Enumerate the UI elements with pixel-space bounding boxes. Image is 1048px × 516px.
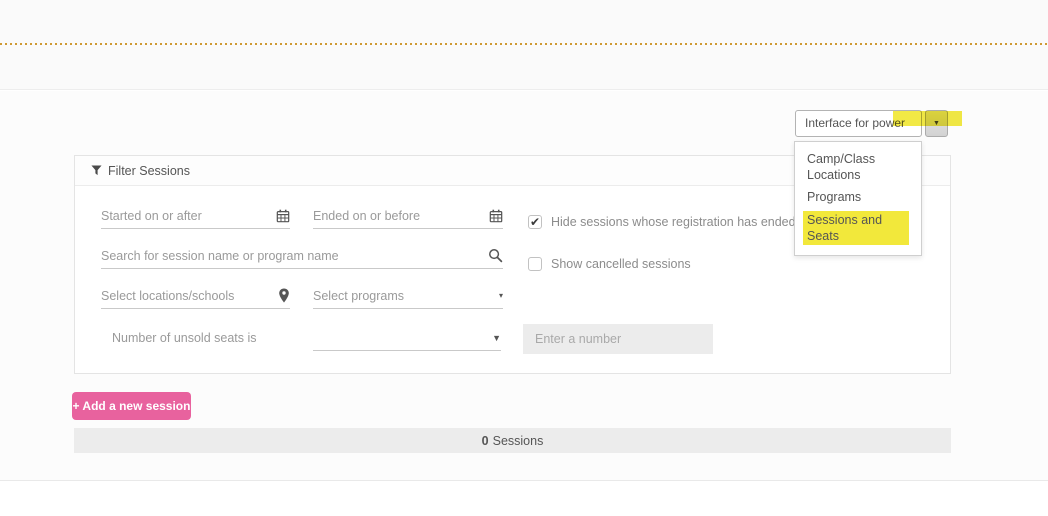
unsold-seats-label: Number of unsold seats is — [112, 331, 257, 345]
programs-select-field[interactable]: ▾ — [313, 283, 503, 309]
end-date-input[interactable] — [313, 209, 485, 223]
menu-item-label: Camp/Class Locations — [807, 151, 916, 183]
menu-item-sessions-and-seats[interactable]: Sessions and Seats — [795, 208, 921, 248]
checkbox-unchecked-icon[interactable] — [528, 257, 542, 271]
hide-ended-registration-checkbox-row[interactable]: ✔ Hide sessions whose registration has e… — [528, 215, 796, 229]
highlight-marker-select — [893, 111, 962, 126]
checkbox-label: Hide sessions whose registration has end… — [551, 215, 796, 229]
dotted-divider — [0, 43, 1048, 45]
start-date-input[interactable] — [101, 209, 272, 223]
unsold-seats-comparator-select[interactable]: ▼ — [313, 325, 501, 351]
sessions-count: 0 — [482, 434, 489, 448]
filter-funnel-icon — [91, 165, 102, 176]
locations-select-input[interactable] — [101, 289, 274, 303]
search-icon[interactable] — [488, 248, 503, 263]
caret-down-icon: ▾ — [499, 291, 503, 300]
sessions-count-bar: 0 Sessions — [74, 428, 951, 453]
programs-select-input[interactable] — [313, 289, 495, 303]
add-new-session-button[interactable]: + Add a new session — [72, 392, 191, 420]
calendar-icon[interactable] — [489, 209, 503, 223]
sessions-count-label: Sessions — [493, 434, 544, 448]
checkbox-checked-icon[interactable]: ✔ — [528, 215, 542, 229]
session-search-input[interactable] — [101, 249, 484, 263]
unsold-seats-number-input[interactable] — [523, 324, 713, 354]
location-pin-icon[interactable] — [278, 288, 290, 303]
checkbox-label: Show cancelled sessions — [551, 257, 691, 271]
end-date-field — [313, 203, 503, 229]
top-header-band — [0, 0, 1048, 90]
start-date-field — [101, 203, 290, 229]
view-dropdown-menu: Camp/Class Locations Programs Sessions a… — [794, 141, 922, 256]
menu-item-programs[interactable]: Programs — [795, 186, 921, 208]
show-cancelled-sessions-checkbox-row[interactable]: Show cancelled sessions — [528, 257, 691, 271]
menu-item-label: Programs — [807, 189, 861, 205]
locations-select-field — [101, 283, 290, 309]
filter-panel-title: Filter Sessions — [108, 164, 190, 178]
menu-item-camp-class-locations[interactable]: Camp/Class Locations — [795, 148, 921, 186]
page: Interface for power users ▼ Camp/Class L… — [0, 0, 1048, 516]
caret-down-icon: ▼ — [492, 333, 501, 343]
menu-item-label-highlighted: Sessions and Seats — [803, 211, 909, 245]
calendar-icon[interactable] — [276, 209, 290, 223]
session-search-field — [101, 243, 503, 269]
